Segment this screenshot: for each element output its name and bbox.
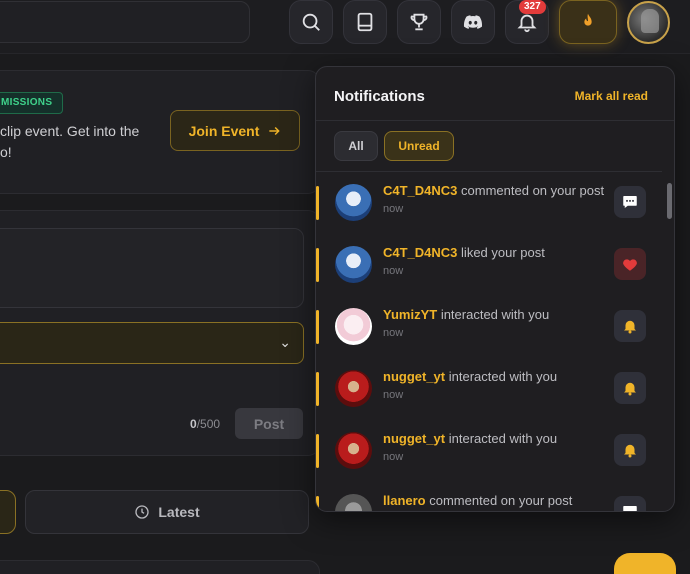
fire-icon	[584, 13, 592, 26]
mark-all-read-button[interactable]: Mark all read	[575, 89, 648, 103]
notification-user[interactable]: nugget_yt	[383, 431, 445, 446]
search-icon	[302, 13, 320, 31]
avatar[interactable]	[335, 370, 372, 407]
notification-item[interactable]: YumizYT interacted with you now	[316, 296, 662, 358]
bell-icon	[614, 434, 646, 466]
search-button[interactable]	[289, 0, 333, 44]
feed-card	[0, 560, 320, 574]
library-button[interactable]	[343, 0, 387, 44]
unread-indicator	[316, 496, 319, 511]
notification-item[interactable]: nugget_yt interacted with you now	[316, 358, 662, 420]
post-button[interactable]: Post	[235, 408, 303, 439]
event-description: clip event. Get into the o!	[0, 123, 140, 160]
avatar[interactable]	[335, 246, 372, 283]
unread-indicator	[316, 186, 319, 220]
join-event-button[interactable]: Join Event	[170, 110, 300, 151]
notification-time: now	[383, 389, 404, 401]
trophy-icon	[410, 13, 428, 31]
user-avatar[interactable]	[627, 1, 670, 44]
unread-indicator	[316, 434, 319, 468]
character-counter: 0/500	[190, 417, 221, 431]
comment-icon	[614, 496, 646, 511]
filter-unread-button[interactable]: Unread	[384, 131, 454, 161]
notification-item[interactable]: C4T_D4NC3 liked your post now	[316, 234, 662, 296]
heart-icon	[614, 248, 646, 280]
notification-time: now	[383, 451, 404, 463]
bell-icon	[614, 372, 646, 404]
streak-button[interactable]	[559, 0, 617, 44]
bell-icon	[517, 14, 537, 33]
notification-user[interactable]: llanero	[383, 493, 426, 508]
notification-user[interactable]: nugget_yt	[383, 369, 445, 384]
notifications-title: Notifications	[334, 88, 425, 105]
scrollbar-thumb[interactable]	[667, 183, 672, 219]
book-icon	[357, 12, 373, 32]
notification-user[interactable]: C4T_D4NC3	[383, 245, 457, 260]
notification-list: C4T_D4NC3 commented on your post now C4T…	[316, 171, 662, 511]
post-text-input[interactable]	[0, 228, 304, 308]
avatar[interactable]	[335, 494, 372, 511]
comment-icon	[614, 186, 646, 218]
filter-all-button[interactable]: All	[334, 131, 378, 161]
notification-time: now	[383, 327, 404, 339]
notification-user[interactable]: C4T_D4NC3	[383, 183, 457, 198]
arrow-right-icon	[269, 126, 281, 135]
notification-item[interactable]: nugget_yt interacted with you now	[316, 420, 662, 482]
avatar[interactable]	[335, 308, 372, 345]
notification-text: nugget_yt interacted with you	[383, 431, 558, 446]
floating-action-button[interactable]	[614, 553, 676, 574]
notification-text: C4T_D4NC3 liked your post	[383, 245, 545, 260]
join-event-label: Join Event	[188, 122, 260, 139]
notification-scrollbar[interactable]	[662, 171, 674, 511]
leaderboard-button[interactable]	[397, 0, 441, 44]
notification-text: nugget_yt interacted with you	[383, 369, 558, 384]
tab-latest-label: Latest	[158, 504, 200, 520]
notification-user[interactable]: YumizYT	[383, 307, 437, 322]
post-category-select[interactable]: ⌄	[0, 322, 304, 364]
notification-text: llanero commented on your post	[383, 493, 573, 508]
notifications-header: Notifications Mark all read	[316, 67, 674, 121]
notification-count-badge: 327	[519, 0, 546, 14]
notification-time: now	[383, 265, 404, 277]
notification-time: now	[383, 203, 404, 215]
clock-icon	[135, 505, 150, 519]
avatar[interactable]	[335, 184, 372, 221]
top-bar: 327	[0, 0, 690, 54]
chevron-down-icon: ⌄	[279, 334, 291, 350]
feed-tab-active[interactable]	[0, 490, 16, 534]
bell-icon	[614, 310, 646, 342]
discord-icon	[463, 15, 483, 29]
notification-item[interactable]: C4T_D4NC3 commented on your post now	[316, 172, 662, 234]
notifications-dropdown: Notifications Mark all read All Unread C…	[315, 66, 675, 512]
discord-button[interactable]	[451, 0, 495, 44]
unread-indicator	[316, 248, 319, 282]
global-search-input[interactable]	[0, 1, 250, 43]
avatar[interactable]	[335, 432, 372, 469]
unread-indicator	[316, 310, 319, 344]
notification-text: YumizYT interacted with you	[383, 307, 550, 322]
missions-tag: MISSIONS	[0, 92, 64, 114]
tab-latest[interactable]: Latest	[25, 490, 309, 534]
notification-item[interactable]: llanero commented on your post now	[316, 482, 662, 511]
unread-indicator	[316, 372, 319, 406]
notification-text: C4T_D4NC3 commented on your post	[383, 183, 605, 198]
